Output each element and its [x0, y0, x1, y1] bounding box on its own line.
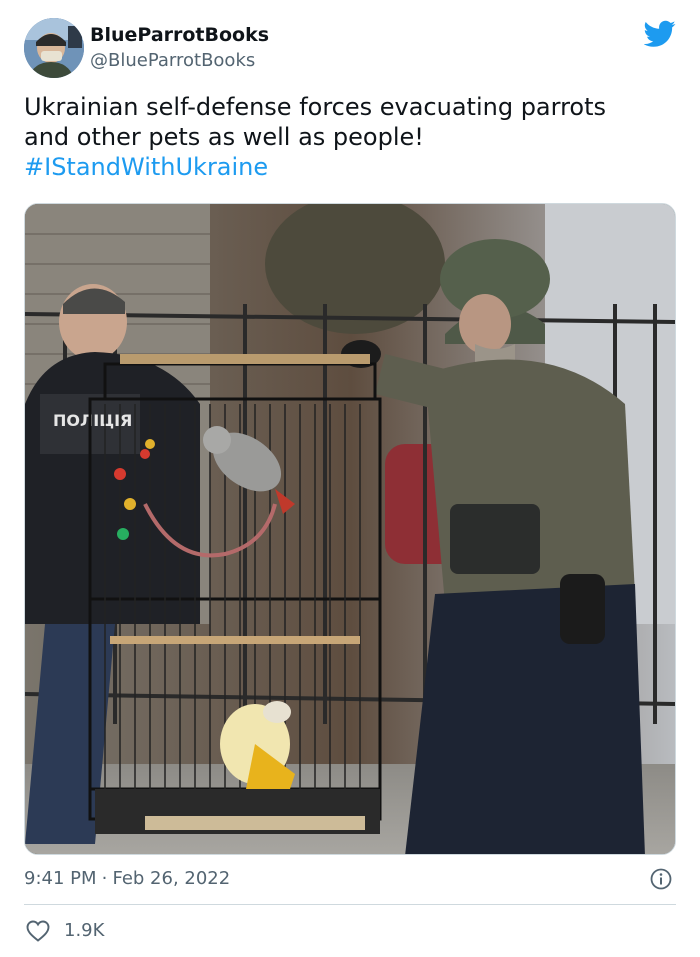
- author-handle[interactable]: @BlueParrotBooks: [90, 48, 269, 74]
- tweet-date[interactable]: Feb 26, 2022: [112, 868, 230, 889]
- divider: [24, 904, 676, 905]
- evacuation-photo: ПОЛІЦІЯ: [25, 204, 675, 854]
- tweet-meta: 9:41 PM · Feb 26, 2022: [24, 866, 676, 892]
- meta-separator: ·: [101, 868, 108, 889]
- tweet-text-line: Ukrainian self-defense forces evacuating…: [24, 93, 607, 121]
- twitter-bird-icon[interactable]: [644, 20, 676, 48]
- author-display-name[interactable]: BlueParrotBooks: [90, 22, 269, 48]
- hashtag-link[interactable]: #IStandWithUkraine: [24, 152, 676, 182]
- tweet-text: Ukrainian self-defense forces evacuating…: [24, 92, 676, 182]
- heart-icon[interactable]: [26, 920, 50, 942]
- tweet-time[interactable]: 9:41 PM: [24, 868, 97, 889]
- like-count[interactable]: 1.9K: [64, 917, 104, 945]
- tweet-photo[interactable]: ПОЛІЦІЯ: [24, 203, 676, 855]
- tweet-text-line: and other pets as well as people!: [24, 123, 424, 151]
- avatar[interactable]: [24, 18, 84, 78]
- info-icon[interactable]: [650, 868, 672, 890]
- tweet-header: BlueParrotBooks @BlueParrotBooks: [24, 18, 676, 80]
